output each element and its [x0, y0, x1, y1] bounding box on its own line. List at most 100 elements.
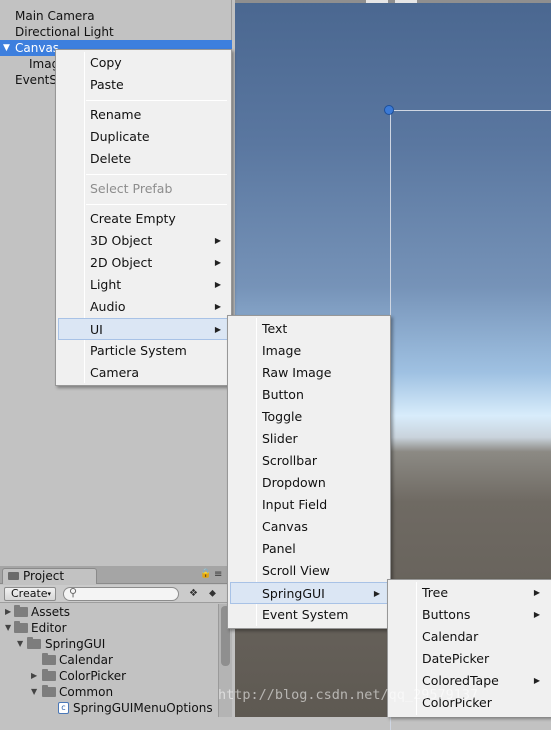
menu-item-label: Dropdown: [262, 475, 326, 490]
menu-item-label: Light: [90, 277, 122, 292]
hierarchy-item-main-camera[interactable]: Main Camera: [0, 8, 232, 24]
menu-item-camera[interactable]: Camera: [58, 362, 229, 384]
tab-project[interactable]: Project: [2, 568, 97, 584]
tree-item-label: Editor: [31, 621, 67, 635]
menu-item-create-empty[interactable]: Create Empty: [58, 208, 229, 230]
menu-separator: [86, 204, 227, 205]
menu-item-label: Copy: [90, 55, 122, 70]
lock-icon[interactable]: 🔒: [200, 570, 211, 579]
menu-item-label: Image: [262, 343, 302, 358]
folder-icon: [14, 621, 28, 633]
project-tabbar: Project 🔒 ≡: [0, 566, 232, 584]
tab-label: Project: [23, 569, 65, 583]
tree-item-colorpicker[interactable]: ▶ ColorPicker: [0, 668, 218, 684]
expand-arrow-icon[interactable]: ▼: [31, 684, 37, 700]
menu-item-select-prefab: Select Prefab: [58, 178, 229, 200]
menu-item-particle-system[interactable]: Particle System: [58, 340, 229, 362]
menu-item-light[interactable]: Light ▶: [58, 274, 229, 296]
menu-item-label: Input Field: [262, 497, 328, 512]
rect-handle[interactable]: [384, 105, 394, 115]
menu-item-label: Duplicate: [90, 129, 150, 144]
ui-submenu: Text Image Raw Image Button Toggle Slide…: [227, 315, 391, 629]
menu-item-panel[interactable]: Panel: [230, 538, 388, 560]
menu-item-event-system[interactable]: Event System: [230, 604, 388, 626]
expand-arrow-icon[interactable]: ▶: [31, 668, 37, 684]
tree-item-editor[interactable]: ▼ Editor: [0, 620, 218, 636]
folder-icon: [27, 637, 41, 649]
watermark: http://blog.csdn.net/qq_29579137: [218, 687, 479, 703]
panel-menu-icon[interactable]: ≡: [214, 569, 228, 581]
folder-icon: [14, 605, 28, 617]
menu-item-label: Canvas: [262, 519, 308, 534]
menu-item-springgui[interactable]: SpringGUI ▶: [230, 582, 388, 604]
menu-item-3d-object[interactable]: 3D Object ▶: [58, 230, 229, 252]
tree-item-assets[interactable]: ▶ Assets: [0, 604, 218, 620]
menu-item-label: Button: [262, 387, 304, 402]
menu-item-slider[interactable]: Slider: [230, 428, 388, 450]
menu-item-text[interactable]: Text: [230, 318, 388, 340]
tree-item-calendar[interactable]: Calendar: [0, 652, 218, 668]
menu-item-dropdown[interactable]: Dropdown: [230, 472, 388, 494]
menu-item-input-field[interactable]: Input Field: [230, 494, 388, 516]
menu-item-label: Tree: [422, 585, 449, 600]
menu-item-label: 3D Object: [90, 233, 153, 248]
create-button[interactable]: Create ▾: [4, 587, 56, 601]
search-icon: ⚲: [69, 586, 78, 599]
menu-item-label: Scroll View: [262, 563, 330, 578]
menu-item-paste[interactable]: Paste: [58, 74, 229, 96]
menu-item-2d-object[interactable]: 2D Object ▶: [58, 252, 229, 274]
submenu-arrow-icon: ▶: [214, 302, 221, 311]
menu-item-scroll-view[interactable]: Scroll View: [230, 560, 388, 582]
tree-item-springguimenuoptions[interactable]: c SpringGUIMenuOptions: [0, 700, 218, 716]
tree-item-label: SpringGUI: [45, 637, 106, 651]
menu-item-rename[interactable]: Rename: [58, 104, 229, 126]
menu-item-label: Particle System: [90, 343, 187, 358]
scene-toolbar-strip: [235, 0, 551, 3]
expand-arrow-icon[interactable]: ▼: [17, 636, 23, 652]
expand-arrow-icon[interactable]: ▼: [3, 40, 10, 56]
menu-item-label: Select Prefab: [90, 181, 173, 196]
menu-item-delete[interactable]: Delete: [58, 148, 229, 170]
menu-item-raw-image[interactable]: Raw Image: [230, 362, 388, 384]
menu-item-duplicate[interactable]: Duplicate: [58, 126, 229, 148]
menu-item-label: Audio: [90, 299, 126, 314]
menu-item-label: Camera: [90, 365, 140, 380]
menu-item-label: Calendar: [422, 629, 479, 644]
menu-item-label: Toggle: [262, 409, 303, 424]
submenu-arrow-icon: ▶: [214, 236, 221, 245]
hierarchy-item-label: EventS: [15, 73, 57, 87]
menu-item-datepicker[interactable]: DatePicker: [390, 648, 548, 670]
menu-separator: [86, 100, 227, 101]
filter-by-label-icon[interactable]: ⬥: [205, 587, 220, 601]
menu-item-image[interactable]: Image: [230, 340, 388, 362]
menu-item-calendar[interactable]: Calendar: [390, 626, 548, 648]
menu-item-label: Delete: [90, 151, 132, 166]
expand-arrow-icon[interactable]: ▼: [5, 620, 11, 636]
hierarchy-item-directional-light[interactable]: Directional Light: [0, 24, 232, 40]
project-panel: Project 🔒 ≡ Create ▾ ⚲ ❖ ⬥ ▶ Assets ▼ Ed…: [0, 566, 232, 717]
menu-item-canvas[interactable]: Canvas: [230, 516, 388, 538]
menu-item-toggle[interactable]: Toggle: [230, 406, 388, 428]
menu-item-label: Text: [262, 321, 288, 336]
menu-item-ui[interactable]: UI ▶: [58, 318, 229, 340]
filter-by-type-icon[interactable]: ❖: [186, 587, 201, 601]
menu-item-audio[interactable]: Audio ▶: [58, 296, 229, 318]
menu-item-copy[interactable]: Copy: [58, 52, 229, 74]
menu-item-button[interactable]: Button: [230, 384, 388, 406]
submenu-arrow-icon: ▶: [533, 610, 540, 619]
menu-item-label: Paste: [90, 77, 124, 92]
tree-item-springgui[interactable]: ▼ SpringGUI: [0, 636, 218, 652]
expand-arrow-icon[interactable]: ▶: [5, 604, 11, 620]
menu-item-tree[interactable]: Tree ▶: [390, 582, 548, 604]
csharp-script-icon: c: [58, 702, 69, 714]
tree-item-label: SpringGUIMenuOptions: [73, 701, 213, 715]
menu-item-scrollbar[interactable]: Scrollbar: [230, 450, 388, 472]
search-input[interactable]: ⚲: [63, 586, 179, 601]
folder-icon: [42, 685, 56, 697]
menu-item-buttons[interactable]: Buttons ▶: [390, 604, 548, 626]
dropdown-arrow-icon: ▾: [47, 590, 51, 598]
menu-separator: [86, 174, 227, 175]
menu-item-label: SpringGUI: [262, 586, 325, 601]
tree-item-common[interactable]: ▼ Common: [0, 684, 218, 700]
folder-icon: [42, 669, 56, 681]
